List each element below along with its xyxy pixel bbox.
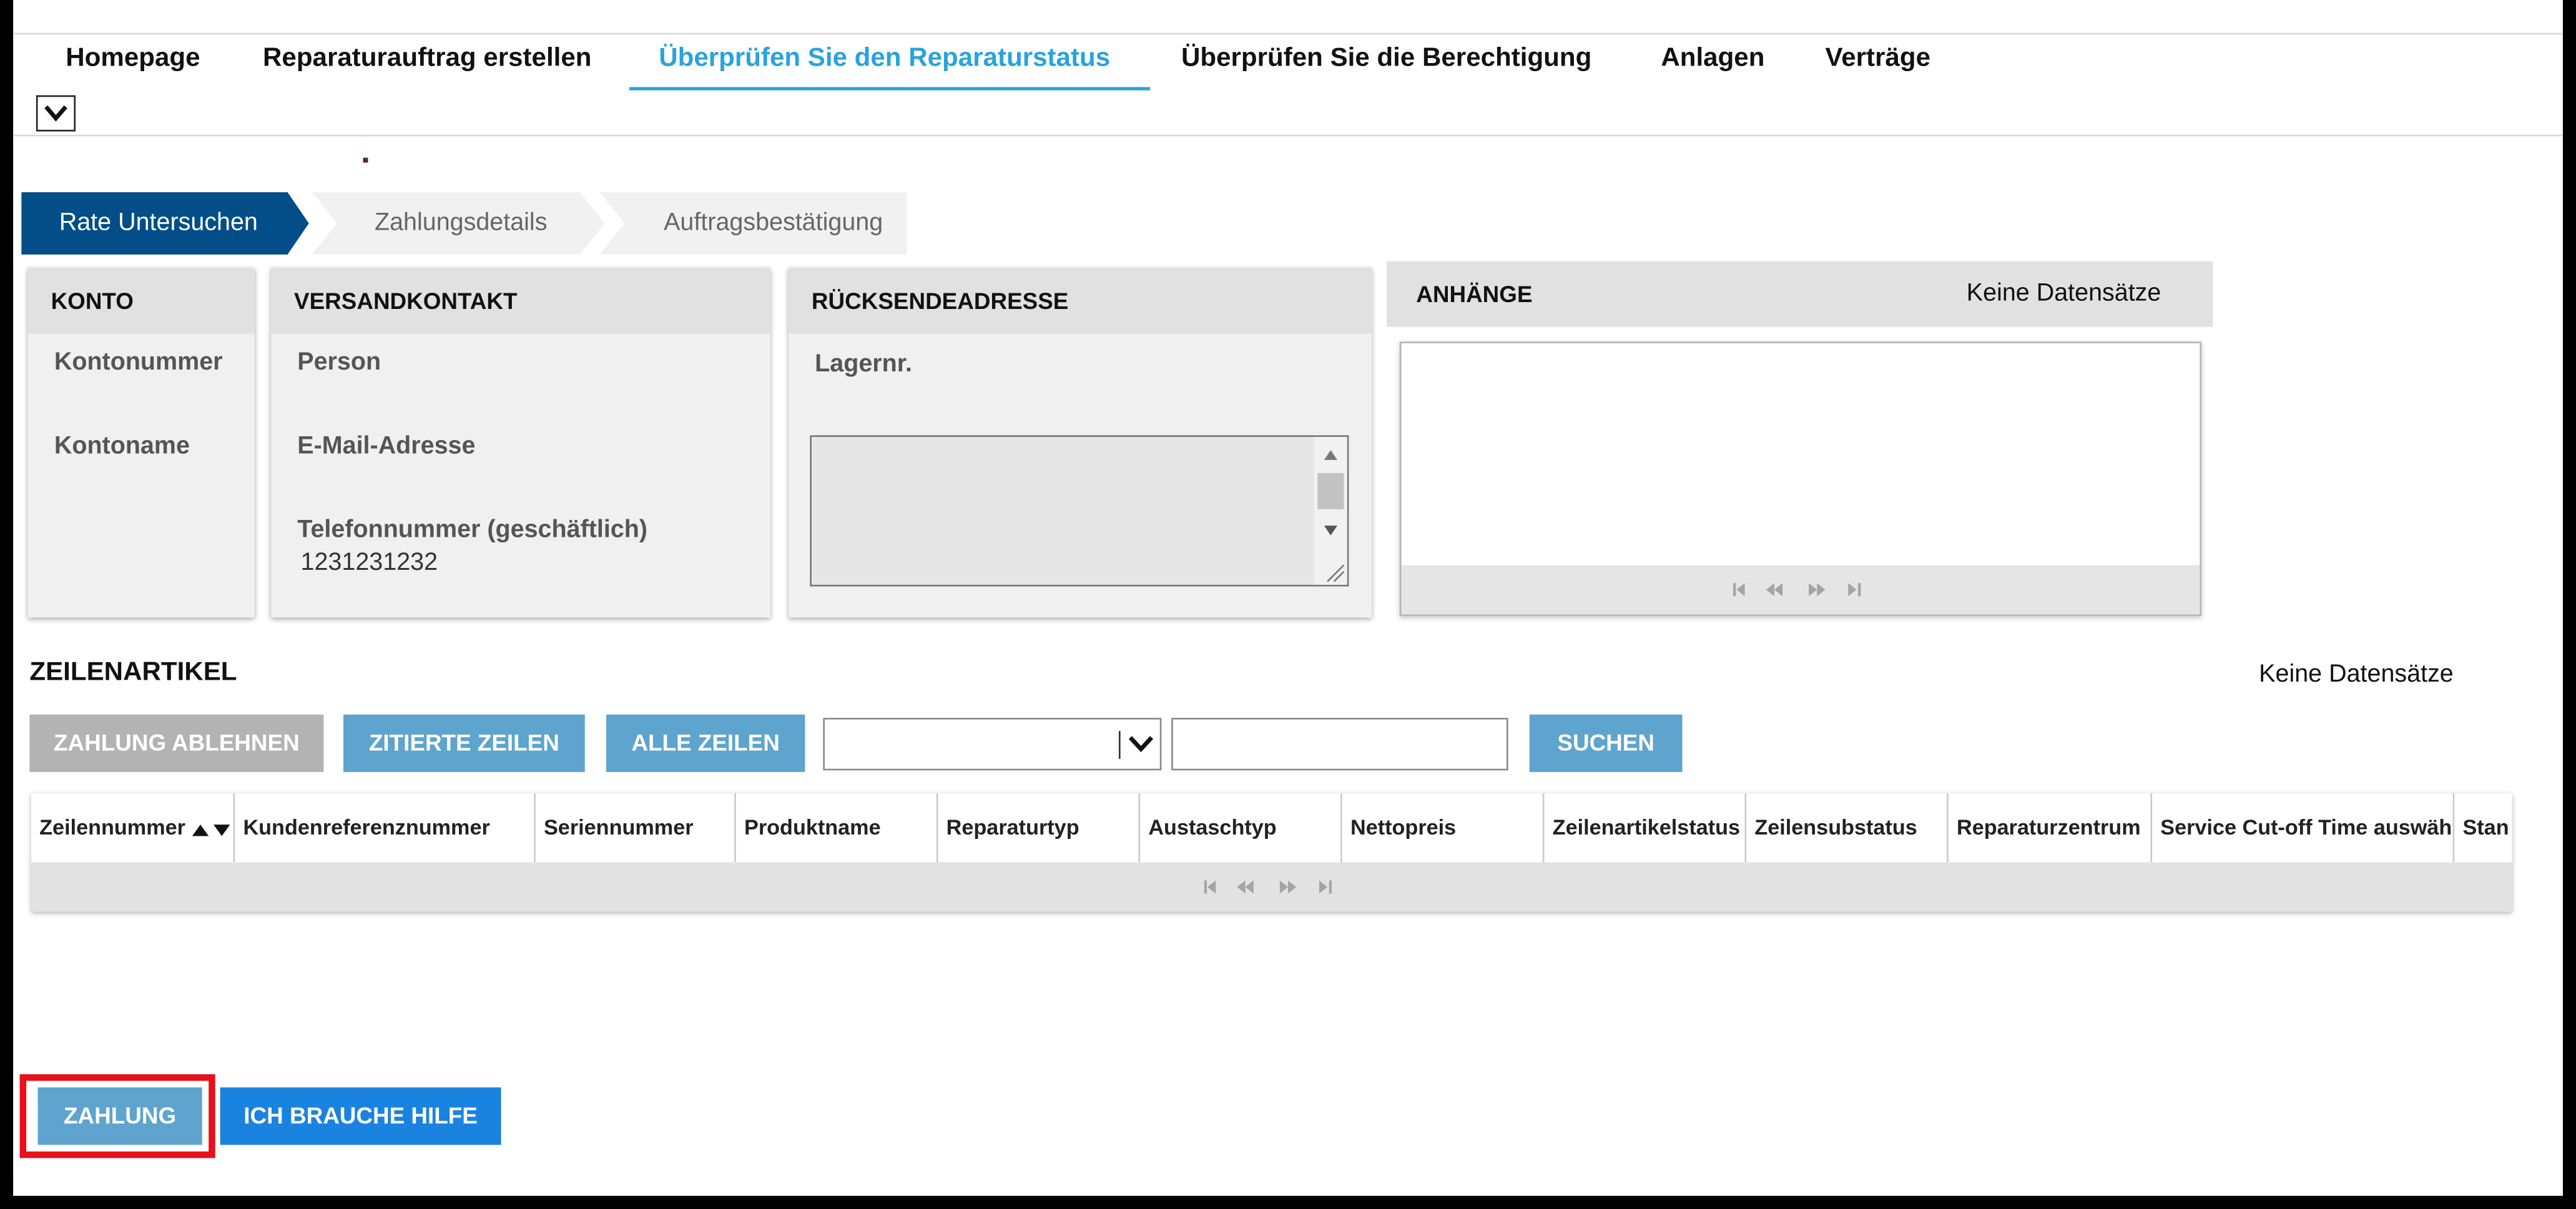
nav-check-eligibility[interactable]: Überprüfen Sie die Berechtigung: [1181, 44, 1591, 74]
search-button[interactable]: SUCHEN: [1529, 714, 1683, 772]
quoted-lines-button[interactable]: ZITIERTE ZEILEN: [343, 714, 585, 772]
table-pager: [31, 862, 2512, 912]
attachments-list: [1399, 341, 2202, 616]
account-card-header: KONTO: [27, 267, 255, 334]
account-card: KONTO Kontonummer Kontoname: [27, 267, 255, 618]
step-label: Auftragsbestätigung: [664, 208, 883, 237]
return-address-card-header: RÜCKSENDEADRESSE: [789, 267, 1372, 334]
column-header-reparaturtyp[interactable]: Reparaturtyp: [938, 793, 1141, 863]
shipping-contact-card-header: VERSANDKONTAKT: [271, 267, 771, 334]
marker-dot: [363, 157, 368, 163]
return-address-textarea[interactable]: [810, 435, 1349, 587]
app-window: Homepage Reparaturauftrag erstellen Über…: [13, 0, 2563, 1196]
all-lines-button[interactable]: ALLE ZEILEN: [606, 714, 805, 772]
column-header-austaschtyp[interactable]: Austaschtyp: [1140, 793, 1342, 863]
contact-person-label: Person: [297, 348, 381, 376]
nav-assets[interactable]: Anlagen: [1661, 44, 1764, 74]
scrollbar-arrows-icon: [1317, 450, 1345, 582]
contact-email-label: E-Mail-Adresse: [297, 432, 476, 460]
step-auftragsbestaetigung[interactable]: Auftragsbestätigung: [599, 192, 907, 255]
reject-payment-button[interactable]: ZAHLUNG ABLEHNEN: [29, 714, 324, 772]
attachments-title: ANHÄNGE: [1416, 281, 1533, 308]
chevron-down-icon: [44, 105, 67, 122]
step-zahlungsdetails[interactable]: Zahlungsdetails: [312, 192, 605, 255]
line-items-table: Zeilennummer Kundenreferenznummer Serien…: [31, 793, 2512, 912]
attachments-header: ANHÄNGE Keine Datensätze: [1386, 261, 2213, 327]
column-header-zeilennummer[interactable]: Zeilennummer: [31, 793, 235, 863]
attachments-empty-text: Keine Datensätze: [1966, 279, 2161, 308]
nav-check-repair-status[interactable]: Überprüfen Sie den Reparaturstatus: [659, 44, 1110, 74]
column-header-service-cutoff[interactable]: Service Cut-off Time auswähl: [2152, 793, 2455, 863]
nav-active-underline: [629, 87, 1150, 91]
payment-button-highlight: [19, 1074, 215, 1158]
app-frame: Homepage Reparaturauftrag erstellen Über…: [0, 0, 2576, 1209]
nav-homepage[interactable]: Homepage: [66, 44, 200, 74]
need-help-button[interactable]: ICH BRAUCHE HILFE: [220, 1087, 501, 1145]
column-header-stan[interactable]: Stan: [2454, 793, 2512, 863]
column-header-zeilenartikelstatus[interactable]: Zeilenartikelstatus: [1544, 793, 1747, 863]
attachments-pager: [1401, 565, 2200, 615]
column-header-produktname[interactable]: Produktname: [735, 793, 938, 863]
shipping-contact-card-title: VERSANDKONTAKT: [294, 287, 518, 314]
return-address-card-title: RÜCKSENDEADRESSE: [811, 287, 1069, 314]
contact-phone-label: Telefonnummer (geschäftlich): [297, 516, 648, 544]
account-card-title: KONTO: [51, 287, 134, 314]
line-search-input[interactable]: [1171, 718, 1508, 771]
step-label: Zahlungsdetails: [374, 208, 548, 237]
column-header-seriennummer[interactable]: Seriennummer: [535, 793, 736, 863]
step-rate-untersuchen[interactable]: Rate Untersuchen: [21, 192, 309, 255]
nav-create-repair-order[interactable]: Reparaturauftrag erstellen: [263, 44, 591, 74]
sort-arrows-icon[interactable]: [193, 821, 235, 837]
account-number-label: Kontonummer: [54, 348, 223, 376]
column-header-nettopreis[interactable]: Nettopreis: [1342, 793, 1545, 863]
chevron-down-icon: [1128, 736, 1154, 753]
nav-contracts[interactable]: Verträge: [1825, 44, 1930, 74]
column-header-zeilensubstatus[interactable]: Zeilensubstatus: [1746, 793, 1949, 863]
pager-navigation-icons: [1733, 583, 1861, 597]
line-items-empty-text: Keine Datensätze: [2259, 660, 2454, 688]
account-name-label: Kontoname: [54, 432, 190, 460]
select-separator: [1118, 731, 1121, 759]
nav-divider: [13, 134, 2563, 137]
line-filter-select[interactable]: [823, 718, 1162, 771]
textarea-scrollbar[interactable]: [1314, 437, 1347, 585]
nav-dropdown-toggle[interactable]: [36, 95, 76, 132]
column-header-label: Zeilennummer: [39, 815, 185, 839]
line-items-title: ZEILENARTIKEL: [29, 658, 237, 687]
contact-phone-value: 1231231232: [300, 548, 438, 577]
top-divider: [13, 32, 2563, 35]
column-header-kundenreferenznummer[interactable]: Kundenreferenznummer: [235, 793, 536, 863]
warehouse-number-label: Lagernr.: [815, 350, 912, 378]
return-address-card: RÜCKSENDEADRESSE Lagernr.: [789, 267, 1372, 618]
screenshot-root: Homepage Reparaturauftrag erstellen Über…: [0, 0, 2576, 1209]
column-header-reparaturzentrum[interactable]: Reparaturzentrum: [1948, 793, 2153, 863]
pager-navigation-icons: [1204, 880, 1332, 894]
step-label: Rate Untersuchen: [59, 208, 258, 237]
shipping-contact-card: VERSANDKONTAKT Person E-Mail-Adresse Tel…: [271, 267, 771, 618]
